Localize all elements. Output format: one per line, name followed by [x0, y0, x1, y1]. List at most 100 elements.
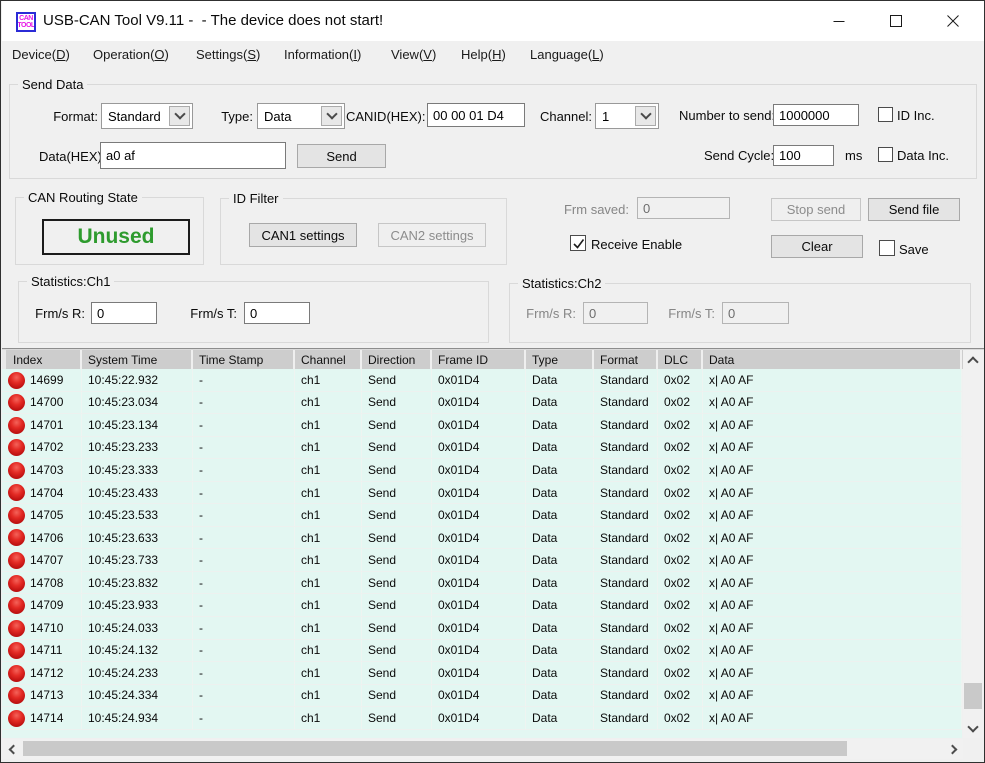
menu-item-text: Operation(	[93, 47, 154, 62]
data-hex-input[interactable]: a0 af	[100, 142, 286, 169]
menu-item[interactable]: Device(D)	[12, 47, 70, 62]
menu-item[interactable]: Language(L)	[530, 47, 604, 62]
number-to-send-input[interactable]: 1000000	[773, 104, 859, 126]
cell-channel: ch1	[295, 527, 362, 550]
channel-dropdown-button[interactable]	[635, 106, 656, 126]
table-row[interactable]: 14699 10:45:22.932 - ch1 Send 0x01D4 Dat…	[2, 369, 962, 392]
vertical-scrollbar-thumb[interactable]	[964, 683, 982, 709]
menu-item-text: Device(	[12, 47, 56, 62]
table-row[interactable]: 14702 10:45:23.233 - ch1 Send 0x01D4 Dat…	[2, 437, 962, 460]
column-header-system-time[interactable]: System Time	[82, 350, 193, 369]
cell-time-stamp: -	[193, 369, 295, 392]
column-header-dlc[interactable]: DLC	[658, 350, 703, 369]
table-row[interactable]: 14710 10:45:24.033 - ch1 Send 0x01D4 Dat…	[2, 617, 962, 640]
menu-item-text: )	[65, 47, 69, 62]
table-row[interactable]: 14709 10:45:23.933 - ch1 Send 0x01D4 Dat…	[2, 594, 962, 617]
save-checkbox[interactable]	[879, 240, 895, 256]
menu-item[interactable]: Help(H)	[461, 47, 506, 62]
type-select[interactable]: Data	[257, 103, 345, 129]
table-row[interactable]: 14707 10:45:23.733 - ch1 Send 0x01D4 Dat…	[2, 549, 962, 572]
clear-button[interactable]: Clear	[771, 235, 863, 258]
cell-dlc: 0x02	[658, 617, 703, 640]
cell-type: Data	[526, 572, 594, 595]
data-inc-checkbox[interactable]	[878, 147, 893, 162]
format-label: Format:	[41, 109, 98, 124]
cell-channel: ch1	[295, 707, 362, 730]
menu-item[interactable]: Settings(S)	[196, 47, 260, 62]
column-header-time-stamp[interactable]: Time Stamp	[193, 350, 295, 369]
cell-dlc: 0x02	[658, 459, 703, 482]
column-header-data[interactable]: Data	[703, 350, 962, 369]
horizontal-scrollbar-thumb[interactable]	[23, 741, 847, 756]
column-header-type[interactable]: Type	[526, 350, 594, 369]
ms-label: ms	[845, 148, 862, 163]
cell-index-text: 14699	[30, 373, 63, 387]
cell-channel: ch1	[295, 617, 362, 640]
can2-settings-button[interactable]: CAN2 settings	[378, 223, 486, 247]
column-header-channel[interactable]: Channel	[295, 350, 362, 369]
cell-direction: Send	[362, 392, 432, 415]
cell-time-stamp: -	[193, 594, 295, 617]
horizontal-scrollbar[interactable]	[2, 739, 963, 759]
canid-input[interactable]: 00 00 01 D4	[427, 103, 525, 127]
table-row[interactable]: 14700 10:45:23.034 - ch1 Send 0x01D4 Dat…	[2, 392, 962, 415]
scroll-down-button[interactable]	[963, 719, 983, 738]
column-header-frame-id[interactable]: Frame ID	[432, 350, 526, 369]
chevron-down-icon	[640, 108, 651, 119]
cell-format: Standard	[594, 369, 658, 392]
close-button[interactable]	[930, 1, 976, 41]
channel-select[interactable]: 1	[595, 103, 659, 129]
stop-send-button[interactable]: Stop send	[771, 198, 861, 221]
scroll-left-button[interactable]	[2, 739, 21, 759]
table-row[interactable]: 14706 10:45:23.633 - ch1 Send 0x01D4 Dat…	[2, 527, 962, 550]
cell-data: x| A0 AF	[703, 369, 962, 392]
cell-data: x| A0 AF	[703, 685, 962, 708]
menu-item[interactable]: Information(I)	[284, 47, 361, 62]
id-filter-group-label: ID Filter	[229, 191, 283, 206]
cell-frame-id: 0x01D4	[432, 369, 526, 392]
table-row[interactable]: 14714 10:45:24.934 - ch1 Send 0x01D4 Dat…	[2, 707, 962, 730]
send-cycle-input[interactable]: 100	[773, 145, 834, 166]
table-row[interactable]: 14705 10:45:23.533 - ch1 Send 0x01D4 Dat…	[2, 504, 962, 527]
table-body: 14699 10:45:22.932 - ch1 Send 0x01D4 Dat…	[2, 369, 962, 738]
id-inc-checkbox[interactable]	[878, 107, 893, 122]
table-row[interactable]: 14713 10:45:24.334 - ch1 Send 0x01D4 Dat…	[2, 685, 962, 708]
channel-value: 1	[596, 109, 635, 124]
column-header-format[interactable]: Format	[594, 350, 658, 369]
cell-format: Standard	[594, 527, 658, 550]
record-dot-icon	[8, 439, 25, 456]
format-select[interactable]: Standard	[101, 103, 193, 129]
send-file-button[interactable]: Send file	[868, 198, 960, 221]
menu-item[interactable]: View(V)	[391, 47, 436, 62]
can1-settings-button[interactable]: CAN1 settings	[249, 223, 357, 247]
table-row[interactable]: 14711 10:45:24.132 - ch1 Send 0x01D4 Dat…	[2, 640, 962, 663]
format-dropdown-button[interactable]	[169, 106, 190, 126]
cell-type: Data	[526, 549, 594, 572]
scroll-up-button[interactable]	[963, 350, 983, 369]
type-dropdown-button[interactable]	[321, 106, 342, 126]
vertical-scrollbar[interactable]	[963, 350, 983, 738]
data-hex-label: Data(HEX):	[39, 149, 97, 164]
table-row[interactable]: 14712 10:45:24.233 - ch1 Send 0x01D4 Dat…	[2, 662, 962, 685]
receive-enable-checkbox[interactable]	[570, 235, 586, 251]
column-header-index[interactable]: Index	[2, 350, 82, 369]
column-header-direction[interactable]: Direction	[362, 350, 432, 369]
send-button[interactable]: Send	[297, 144, 386, 168]
cell-system-time: 10:45:23.134	[82, 414, 193, 437]
menu-item-text: )	[165, 47, 169, 62]
cell-type: Data	[526, 707, 594, 730]
cell-data: x| A0 AF	[703, 640, 962, 663]
cell-direction: Send	[362, 594, 432, 617]
chevron-right-icon	[947, 744, 957, 754]
minimize-button[interactable]	[816, 1, 862, 41]
table-row[interactable]: 14703 10:45:23.333 - ch1 Send 0x01D4 Dat…	[2, 459, 962, 482]
cell-index: 14705	[2, 504, 82, 527]
maximize-button[interactable]	[873, 1, 919, 41]
cell-data: x| A0 AF	[703, 527, 962, 550]
scroll-right-button[interactable]	[944, 739, 963, 759]
table-row[interactable]: 14704 10:45:23.433 - ch1 Send 0x01D4 Dat…	[2, 482, 962, 505]
cell-data: x| A0 AF	[703, 662, 962, 685]
menu-item[interactable]: Operation(O)	[93, 47, 169, 62]
table-row[interactable]: 14701 10:45:23.134 - ch1 Send 0x01D4 Dat…	[2, 414, 962, 437]
table-row[interactable]: 14708 10:45:23.832 - ch1 Send 0x01D4 Dat…	[2, 572, 962, 595]
